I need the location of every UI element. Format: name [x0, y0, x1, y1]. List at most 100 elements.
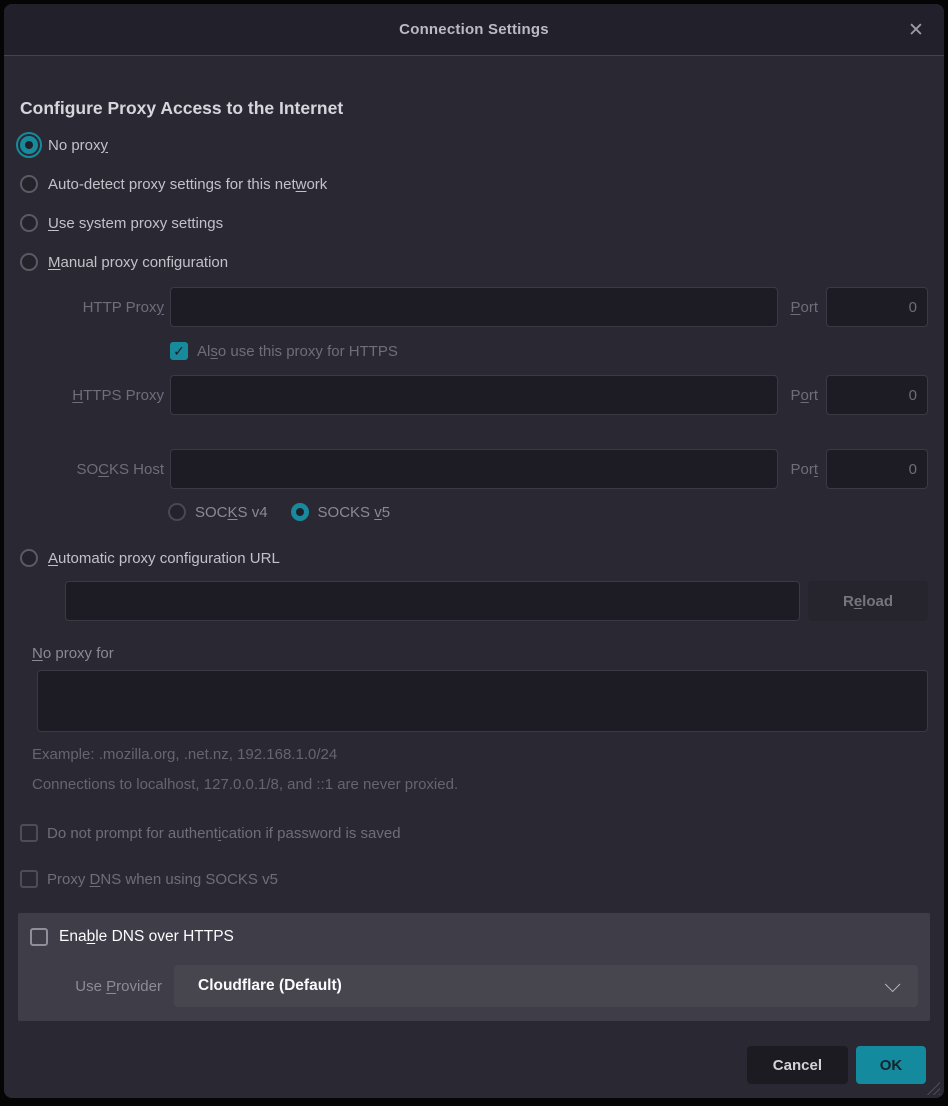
titlebar: Connection Settings ✕	[4, 4, 944, 56]
radio-auto-detect[interactable]	[20, 175, 38, 193]
radio-label-system-proxy[interactable]: Use system proxy settings	[48, 215, 223, 232]
label-text: Por	[790, 461, 813, 478]
https-proxy-input[interactable]	[170, 375, 778, 415]
http-proxy-input[interactable]	[170, 287, 778, 327]
auth-prompt-checkbox[interactable]	[20, 824, 38, 842]
label-text: S v4	[238, 504, 268, 521]
socks-version-row: SOCKS v4 SOCKS v5	[168, 501, 928, 523]
provider-label: Use Provider	[30, 978, 162, 995]
label-text: Auto-detect proxy settings for this net	[48, 176, 296, 193]
access-key: w	[296, 176, 307, 193]
socks-host-input[interactable]	[170, 449, 778, 489]
access-key: A	[48, 550, 58, 567]
radio-system-proxy[interactable]	[20, 214, 38, 232]
access-key: y	[101, 137, 109, 154]
access-key: N	[32, 645, 43, 662]
label-text: 5	[382, 504, 390, 521]
label-text: Proxy	[47, 871, 90, 888]
chevron-down-icon	[885, 976, 901, 992]
label-text: anual proxy configuration	[61, 254, 229, 271]
connection-settings-dialog: Connection Settings ✕ Configure Proxy Ac…	[4, 4, 944, 1098]
dialog-title: Connection Settings	[399, 21, 549, 38]
radio-label-socks-v4[interactable]: SOCKS v4	[195, 504, 268, 521]
label-text: Use	[75, 978, 106, 995]
proxy-dns-label[interactable]: Proxy DNS when using SOCKS v5	[47, 871, 278, 888]
http-port-label: Port	[790, 299, 818, 316]
label-text: KS Host	[109, 461, 164, 478]
enable-doh-label[interactable]: Enable DNS over HTTPS	[59, 928, 234, 946]
auto-url-input[interactable]	[65, 581, 800, 621]
also-https-checkbox[interactable]: ✓	[170, 342, 188, 360]
label-text: P	[790, 387, 800, 404]
access-key: C	[98, 461, 109, 478]
reload-button[interactable]: Reload	[808, 581, 928, 621]
localhost-note: Connections to localhost, 127.0.0.1/8, a…	[32, 776, 928, 793]
label-text: HTTP Prox	[83, 299, 157, 316]
label-text: SOC	[195, 504, 228, 521]
radio-label-socks-v5[interactable]: SOCKS v5	[318, 504, 391, 521]
access-key: o	[800, 387, 808, 404]
https-port-input[interactable]	[826, 375, 928, 415]
auth-prompt-row: Do not prompt for authentication if pass…	[20, 821, 928, 845]
access-key: H	[72, 387, 83, 404]
access-key: K	[228, 504, 238, 521]
auto-url-row: Reload	[65, 581, 928, 621]
access-key: P	[790, 299, 800, 316]
socks-host-row: SOCKS Host Port	[20, 449, 928, 489]
radio-label-manual-proxy[interactable]: Manual proxy configuration	[48, 254, 228, 271]
access-key: t	[814, 461, 818, 478]
access-key: v	[374, 504, 382, 521]
auth-prompt-label[interactable]: Do not prompt for authentication if pass…	[47, 825, 401, 842]
label-text: rovider	[116, 978, 162, 995]
label-text: Al	[197, 343, 210, 360]
label-text: SOCKS	[318, 504, 375, 521]
proxy-dns-checkbox[interactable]	[20, 870, 38, 888]
socks-port-input[interactable]	[826, 449, 928, 489]
mode-row-auto-url: Automatic proxy configuration URL	[20, 545, 928, 571]
radio-manual-proxy[interactable]	[20, 253, 38, 271]
socks-host-label: SOCKS Host	[20, 461, 164, 478]
http-port-input[interactable]	[826, 287, 928, 327]
radio-label-no-proxy[interactable]: No proxy	[48, 137, 108, 154]
resize-grip[interactable]	[925, 1080, 940, 1095]
label-text: SO	[76, 461, 98, 478]
no-proxy-for-label: No proxy for	[32, 645, 928, 662]
radio-no-proxy[interactable]	[20, 136, 38, 154]
radio-socks-v4[interactable]	[168, 503, 186, 521]
access-key: D	[90, 871, 101, 888]
access-key: U	[48, 215, 59, 232]
label-text: le DNS over HTTPS	[95, 928, 234, 945]
radio-label-auto-detect[interactable]: Auto-detect proxy settings for this netw…	[48, 176, 327, 193]
provider-selected-value: Cloudflare (Default)	[174, 977, 342, 995]
label-text: rt	[809, 387, 818, 404]
label-text: ort	[800, 299, 818, 316]
radio-label-auto-url[interactable]: Automatic proxy configuration URL	[48, 550, 280, 567]
radio-socks-v5[interactable]	[291, 503, 309, 521]
label-text: Do not prompt for authent	[47, 825, 218, 842]
label-text: Ena	[59, 928, 87, 945]
socks-port-label: Port	[790, 461, 818, 478]
https-port-label: Port	[790, 387, 818, 404]
provider-row: Use Provider Cloudflare (Default)	[30, 965, 918, 1007]
label-text: R	[843, 593, 854, 610]
page-title: Configure Proxy Access to the Internet	[20, 98, 928, 119]
close-icon[interactable]: ✕	[902, 16, 930, 44]
https-proxy-label: HTTPS Proxy	[20, 387, 164, 404]
cancel-button[interactable]: Cancel	[747, 1046, 848, 1084]
provider-dropdown[interactable]: Cloudflare (Default)	[174, 965, 918, 1007]
label-text: No prox	[48, 137, 101, 154]
access-key: e	[854, 593, 862, 610]
mode-row-system-proxy: Use system proxy settings	[20, 210, 928, 236]
https-proxy-row: HTTPS Proxy Port	[20, 375, 928, 415]
label-text: load	[862, 593, 893, 610]
also-https-row: ✓ Also use this proxy for HTTPS	[170, 339, 928, 363]
enable-doh-checkbox[interactable]	[30, 928, 48, 946]
radio-auto-url[interactable]	[20, 549, 38, 567]
no-proxy-for-textarea[interactable]	[37, 670, 928, 732]
ok-button[interactable]: OK	[856, 1046, 926, 1084]
proxy-dns-row: Proxy DNS when using SOCKS v5	[20, 867, 928, 891]
label-text: ork	[306, 176, 327, 193]
label-text: se system proxy settings	[59, 215, 223, 232]
also-https-label[interactable]: Also use this proxy for HTTPS	[197, 343, 398, 360]
dialog-content: Configure Proxy Access to the Internet N…	[4, 56, 944, 1032]
